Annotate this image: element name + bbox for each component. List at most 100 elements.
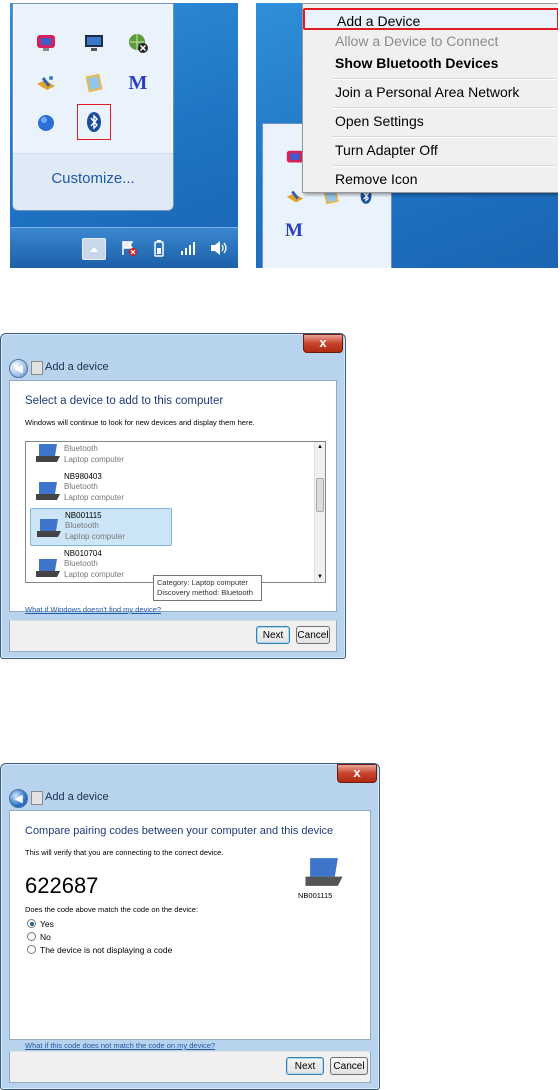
close-button[interactable]: x [337,764,377,783]
radio-dot-selected[interactable] [27,919,36,929]
device-name: NB010704 [64,549,102,558]
device-name: NB001115 [298,891,333,900]
globe-icon[interactable] [33,110,59,136]
bluetooth-icon[interactable] [77,104,111,140]
page-title: Select a device to add to this computer [25,395,224,407]
tooltip-discovery: Discovery method: Bluetooth [157,588,253,597]
bluetooth-context-menu: Add a Device Allow a Device to Connect S… [302,3,558,193]
back-button[interactable]: ◀ [9,789,28,808]
back-arrow-icon: ◀ [14,363,23,375]
menu-item-show-bluetooth-devices[interactable]: Show Bluetooth Devices [303,52,558,74]
device-category: Laptop computer [64,493,125,502]
close-button[interactable]: x [303,334,343,353]
next-button[interactable]: Next [256,626,290,644]
tooltip-category: Category: Laptop computer [157,578,248,587]
device-name: NB980403 [64,472,102,481]
menu-separator [333,165,555,167]
device-tooltip: Category: Laptop computer Discovery meth… [153,575,262,601]
bluetooth-context-panel: M Add a Device Allow a Device to Connect… [256,3,558,268]
customize-link[interactable]: Customize... [13,170,173,187]
notification-area-flyout: M Customize... [12,3,174,211]
radio-no-code-label: The device is not displaying a code [40,945,173,955]
laptop-icon [36,444,60,462]
page-description: Windows will continue to look for new de… [25,418,255,427]
add-device-window-pairing: x ◀ Add a device Compare pairing codes b… [0,763,380,1090]
network-x-icon[interactable] [125,30,151,56]
m-logo-icon[interactable]: M [125,70,151,96]
device-name: NB001115 [65,511,102,520]
list-item[interactable]: NB010704 Bluetooth Laptop computer [32,547,172,582]
nav-bar: ◀ Add a device [1,786,379,810]
menu-item-join-pan[interactable]: Join a Personal Area Network [303,81,558,103]
device-type: Bluetooth [64,559,98,568]
window-title: Add a device [45,361,109,373]
cancel-button[interactable]: Cancel [296,626,330,644]
vertical-scrollbar[interactable]: ▲ ▼ [314,442,325,582]
back-button[interactable]: ◀ [9,359,28,378]
menu-separator [333,107,555,109]
page-title: Compare pairing codes between your compu… [25,825,334,837]
volume-icon[interactable] [208,238,230,258]
laptop-icon [36,559,60,577]
scroll-thumb[interactable] [316,478,324,512]
action-center-flag-icon[interactable] [118,238,140,258]
device-type: Bluetooth [64,482,98,491]
menu-separator [333,136,555,138]
device-list[interactable]: Bluetooth Laptop computer NB980403 Bluet… [25,441,326,583]
menu-separator [333,78,555,80]
menu-item-add-device[interactable]: Add a Device [303,8,558,30]
next-button[interactable]: Next [286,1057,324,1075]
menu-item-remove-icon[interactable]: Remove Icon [303,168,558,190]
radio-dot[interactable] [27,932,36,942]
device-category: Laptop computer [65,532,126,541]
nav-bar: ◀ Add a device [1,356,345,380]
list-item-selected[interactable]: NB001115 Bluetooth Laptop computer [30,508,172,546]
menu-item-allow-device-connect: Allow a Device to Connect [335,33,499,49]
add-device-icon [31,361,43,375]
radio-no-label: No [40,932,51,942]
radio-no[interactable]: No [27,932,51,942]
radio-no-code[interactable]: The device is not displaying a code [27,945,172,955]
menu-item-open-settings[interactable]: Open Settings [303,110,558,132]
device-type: Bluetooth [65,521,99,530]
notes-icon[interactable] [81,70,107,96]
customize-bar: Customize... [13,153,173,210]
m-logo-letter: M [128,71,148,94]
display-icon[interactable] [81,30,107,56]
taskbar [10,227,238,268]
add-device-icon [31,791,43,805]
signal-icon[interactable] [178,238,200,258]
cancel-button[interactable]: Cancel [330,1057,368,1075]
m-logo-icon: M [285,220,303,241]
scroll-up-icon[interactable]: ▲ [317,444,323,450]
window-title: Add a device [45,791,109,803]
menu-item-turn-adapter-off[interactable]: Turn Adapter Off [303,139,558,161]
help-link[interactable]: What if Windows doesn't find my device? [25,605,161,614]
radio-dot[interactable] [27,945,36,955]
radio-yes-label: Yes [40,919,54,929]
list-item[interactable]: NB980403 Bluetooth Laptop computer [32,470,172,506]
laptop-icon [305,858,343,886]
device-type: Bluetooth [64,444,98,453]
page-description: This will verify that you are connecting… [25,848,224,857]
battery-icon[interactable] [148,238,170,258]
pairing-code: 622687 [25,873,99,898]
help-link[interactable]: What if this code does not match the cod… [25,1041,215,1050]
radio-yes[interactable]: Yes [27,919,54,929]
wizard-content: Select a device to add to this computer … [9,380,337,614]
back-arrow-icon: ◀ [14,793,23,805]
wizard-footer: Next Cancel [9,1051,371,1083]
scroll-down-icon[interactable]: ▼ [317,574,323,580]
monitor-alert-icon[interactable] [33,30,59,56]
laptop-icon [37,519,61,537]
tray-overflow-panel: M Customize... [10,3,238,268]
match-question: Does the code above match the code on th… [25,905,199,914]
wizard-footer: Next Cancel [9,620,337,652]
show-hidden-icons-arrow[interactable] [82,238,106,260]
device-category: Laptop computer [64,570,125,579]
add-device-window-select: x ◀ Add a device Select a device to add … [0,333,346,659]
wizard-content: Compare pairing codes between your compu… [9,810,371,1050]
laptop-icon [36,482,60,500]
satellite-icon[interactable] [33,70,59,96]
list-item[interactable]: Bluetooth Laptop computer [32,442,172,466]
